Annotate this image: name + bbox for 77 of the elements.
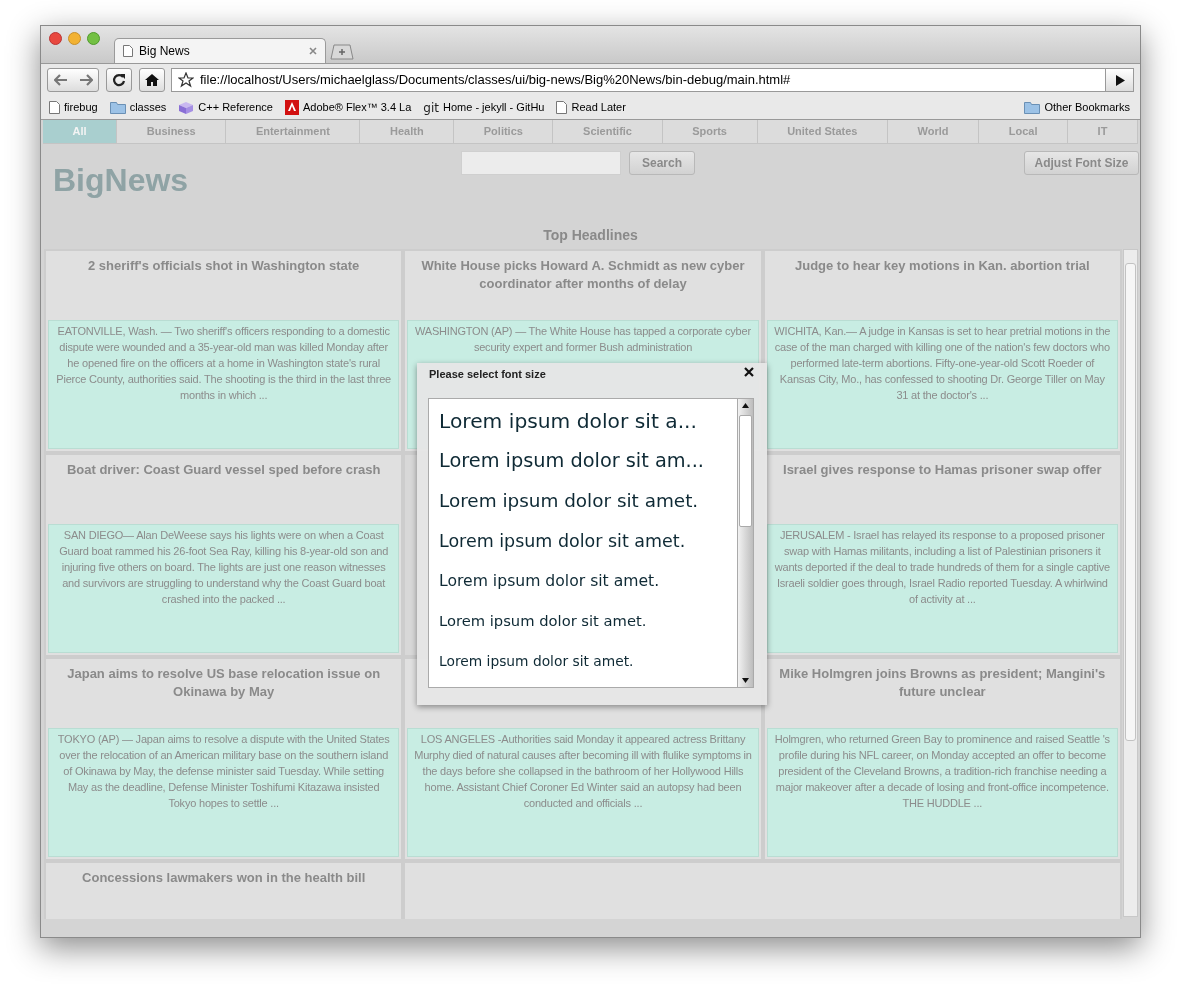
back-forward-buttons[interactable] xyxy=(47,68,99,92)
article-card[interactable] xyxy=(762,249,1122,453)
bookmark-label: firebug xyxy=(64,100,98,116)
article-title: Judge to hear key motions in Kan. abortion trial xyxy=(793,257,1091,275)
forward-arrow-icon[interactable] xyxy=(78,74,93,86)
article-summary: SAN DIEGO— Alan DeWeese says his lights were on when a Coast Guard boat rammed his 26-foot Sea Ray, killing his 8-year-old son and injuring five others on board. The lights are just one reason witnesses and survivors are struggling to understand why the Coast Guard boat crashed into the packed ... xyxy=(48,524,400,653)
article-summary: EATONVILLE, Wash. — Two sheriff's officers responding to a domestic dispute were wounded and a 35-year-old man was killed Monday after he opened fire on the officers at a home in Washington state's rural Pierce County, authorities said. The shooting is the third in the last three months in which ... xyxy=(48,320,400,449)
bookmark-item[interactable]: C++ Reference xyxy=(178,99,273,116)
scroll-down-icon[interactable] xyxy=(742,678,749,683)
article-title: Israel gives response to Hamas prisoner swap offer xyxy=(782,461,1103,479)
bookmark-label: Adobe® Flex™ 3.4 La xyxy=(302,100,412,116)
section-title: Top Headlines xyxy=(542,226,639,245)
font-size-option[interactable]: Lorem ipsum dolor sit amet. xyxy=(439,481,737,521)
git-label: git xyxy=(423,99,439,117)
bookmark-label: C++ Reference xyxy=(198,100,273,116)
star-icon[interactable] xyxy=(178,72,194,88)
minimize-window-icon[interactable] xyxy=(68,32,81,45)
scrollbar[interactable] xyxy=(1123,249,1138,917)
bookmark-label: classes xyxy=(129,100,167,116)
article-title: Concessions lawmakers won in the health bill xyxy=(81,869,367,887)
close-icon[interactable] xyxy=(744,367,754,377)
article-card[interactable] xyxy=(44,453,404,657)
home-icon xyxy=(144,73,160,87)
url-text: file://localhost/Users/michaelglass/Documents/classes/ui/big-news/Big%20News/bin-debug/main.html# xyxy=(200,71,792,90)
bookmark-item[interactable]: Other Bookmarks xyxy=(1024,99,1130,116)
home-button[interactable] xyxy=(139,68,165,92)
article-card[interactable] xyxy=(44,249,404,453)
folder-icon xyxy=(109,101,126,114)
bookmark-item[interactable]: firebug xyxy=(49,99,98,116)
page-icon xyxy=(123,45,133,57)
page-icon xyxy=(49,101,60,114)
close-tab-icon[interactable] xyxy=(309,47,317,55)
list-scrollbar[interactable] xyxy=(737,399,753,687)
scroll-up-icon[interactable] xyxy=(742,403,749,408)
new-tab-icon[interactable] xyxy=(328,44,354,60)
close-window-icon[interactable] xyxy=(49,32,62,45)
font-size-option[interactable]: Lorem ipsum dolor sit amet. xyxy=(439,521,737,561)
back-arrow-icon[interactable] xyxy=(53,74,68,86)
article-summary: JERUSALEM - Israel has relayed its response to a proposed prisoner swap with Hamas militants, including a list of Palestinian prisoners it wants deported if the deal to trade hundreds of them for a single captive Israeli soldier goes through, Israel Radio reported Tuesday. A whirlwind of activity at ... xyxy=(766,524,1118,653)
article-title: White House picks Howard A. Schmidt as new cyber coordinator after months of delay xyxy=(420,257,746,293)
article-summary: Holmgren, who returned Green Bay to prominence and raised Seattle 's profile during his NFL career, on Monday accepted an offer to become president of the Cleveland Browns, a tradition-rich franchise needing a major makeover after a decade of losing and front-office incompetence. THE HUDDLE ... xyxy=(766,728,1118,857)
bookmark-item[interactable]: Read Later xyxy=(556,99,626,116)
article-summary: LOS ANGELES -Authorities said Monday it appeared actress Brittany Murphy died of natural causes after becoming ill with flulike symptoms in the days before she collapsed in the bathroom of her Hollywood Hills home. Assistant Chief Coroner Ed Winter said an autopsy had been conducted and officials ... xyxy=(407,728,759,857)
bookmark-label: Read Later xyxy=(571,100,626,116)
article-title: Mike Holmgren joins Browns as president; Mangini's future unclear xyxy=(778,665,1107,701)
folder-icon xyxy=(1024,101,1041,114)
list-scroll-thumb[interactable] xyxy=(739,415,752,527)
bookmark-item[interactable]: git Home - jekyll - GitHu xyxy=(423,98,545,117)
article-title: 2 sheriff's officials shot in Washington state xyxy=(87,257,361,275)
reload-icon xyxy=(112,73,126,87)
reload-button[interactable] xyxy=(106,68,132,92)
bookmark-label: Home - jekyll - GitHu xyxy=(443,100,545,116)
font-size-option[interactable]: Lorem ipsum dolor sit amet. xyxy=(439,561,737,601)
go-button[interactable] xyxy=(1105,69,1133,91)
article-summary: TOKYO (AP) — Japan aims to resolve a dispute with the United States over the relocation of an American military base on the southern island of Okinawa by May, the defense minister said Tuesday. While setting May as the deadline, Defense Minister Toshifumi Kitazawa insisted Tokyo hopes to settle ... xyxy=(48,728,400,857)
article-card[interactable] xyxy=(762,657,1122,861)
font-size-option[interactable]: Lorem ipsum dolor sit amet. xyxy=(439,601,737,641)
address-bar[interactable]: file://localhost/Users/michaelglass/Documents/classes/ui/big-news/Big%20News/bin-debug/main.html# xyxy=(171,68,1134,92)
font-size-option[interactable]: Lorem ipsum dolor sit amet. xyxy=(439,641,737,681)
zoom-window-icon[interactable] xyxy=(87,32,100,45)
tab-title: Big News xyxy=(139,43,191,60)
cube-icon xyxy=(178,101,195,114)
bookmark-item[interactable]: Adobe® Flex™ 3.4 La xyxy=(284,99,412,116)
play-icon xyxy=(1114,74,1125,86)
page-icon xyxy=(556,101,568,114)
dialog-title: Please select font size xyxy=(429,367,546,382)
bookmark-item[interactable]: classes xyxy=(109,99,167,116)
article-card[interactable] xyxy=(44,657,404,861)
search-field[interactable] xyxy=(461,151,621,175)
article-summary: WICHITA, Kan.— A judge in Kansas is set to hear pretrial motions in the case of the man charged with killing one of the nation's few doctors who performed late-term abortions. Fifty-one-year-old Scott Roeder of Kansas City, Mo., has confessed to shooting Dr. George Tiller on May 31 at the doctor's ... xyxy=(766,320,1118,449)
app-logo: BigNews xyxy=(53,161,189,200)
font-size-option[interactable]: Lorem ipsum dolor sit a... xyxy=(439,401,737,441)
article-title: Japan aims to resolve US base relocation issue on Okinawa by May xyxy=(66,665,382,701)
scroll-thumb[interactable] xyxy=(1125,263,1136,741)
adobe-logo-icon xyxy=(284,100,299,115)
article-title: Boat driver: Coast Guard vessel sped before crash xyxy=(65,461,382,479)
browser-tab[interactable]: Big News xyxy=(114,38,326,63)
